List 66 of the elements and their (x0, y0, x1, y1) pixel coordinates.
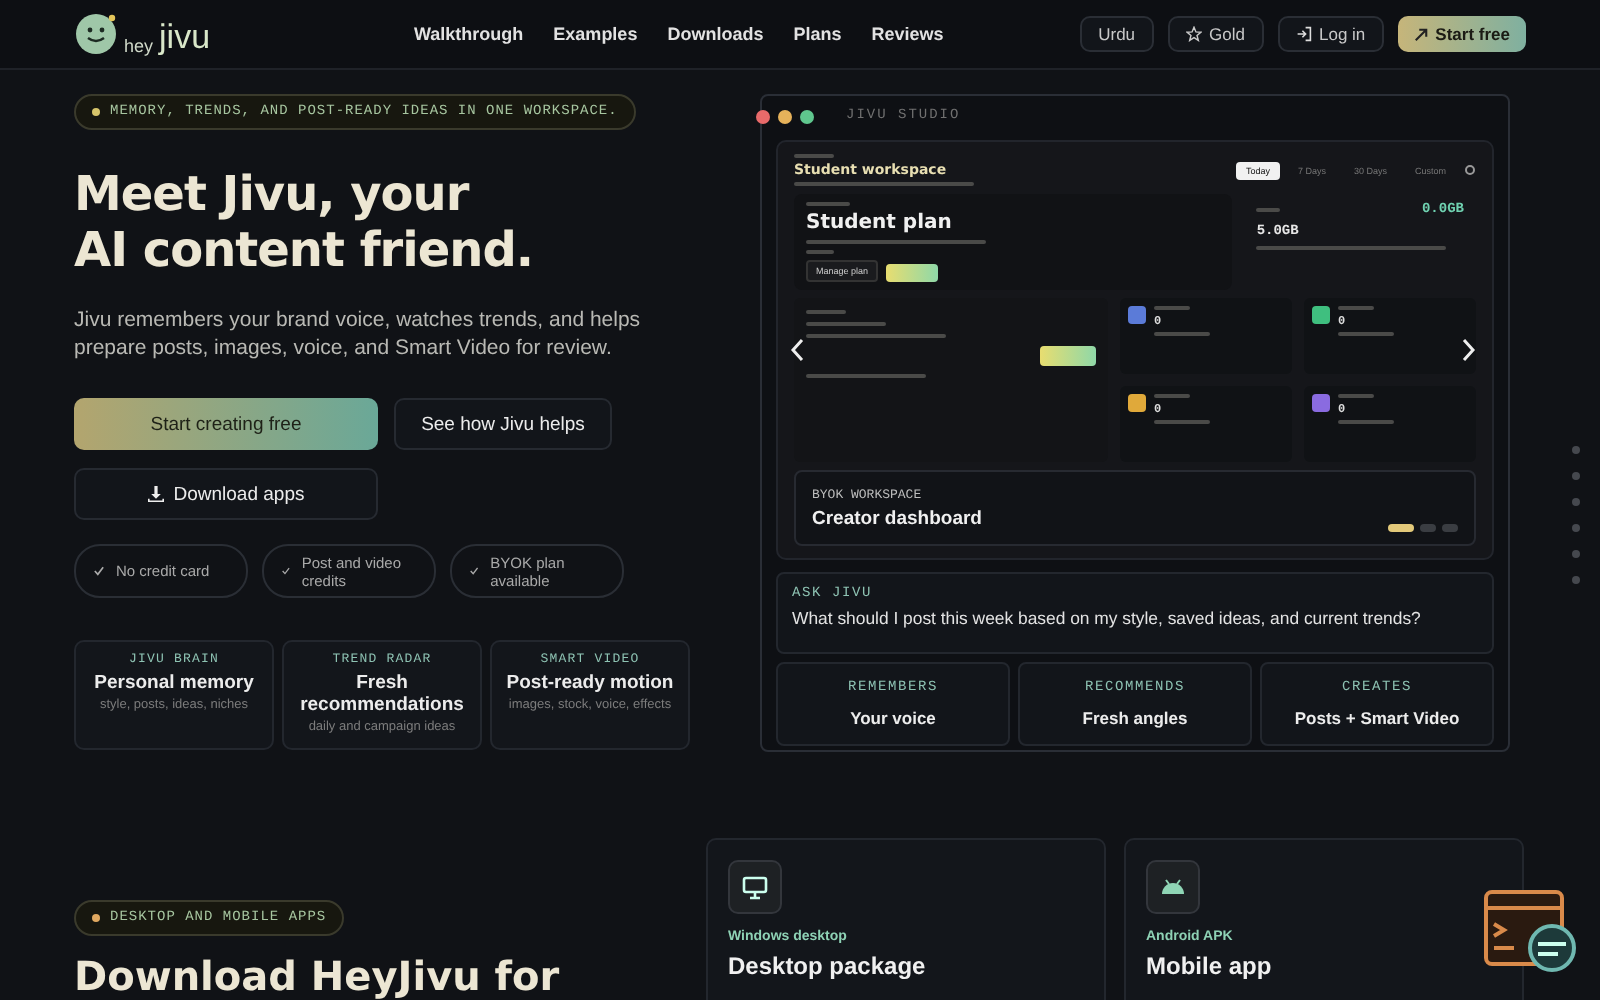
page-dot[interactable] (1572, 498, 1580, 506)
arrow-icon (1413, 27, 1428, 41)
check-icon (282, 566, 290, 576)
text-line (1154, 394, 1190, 398)
text-line (1338, 394, 1374, 398)
window-dot (756, 109, 770, 123)
text-line (806, 310, 846, 314)
check-icon (94, 566, 104, 576)
page-dot[interactable] (1572, 446, 1580, 454)
logo-name: jivu (159, 20, 211, 56)
text-line (806, 322, 886, 326)
text-line (1338, 332, 1394, 336)
nav-link[interactable]: Downloads (667, 24, 764, 44)
slide-title: Creator dashboard (812, 507, 982, 529)
text-line (794, 154, 834, 158)
page-dot[interactable] (1572, 550, 1580, 558)
start-creating-button[interactable]: Start creating free (74, 398, 378, 450)
stat-value: Posts + Smart Video (1294, 708, 1460, 728)
login-button[interactable]: Log in (1277, 16, 1384, 52)
feature-title: Fresh recommendations (298, 672, 466, 716)
monitor-icon (742, 875, 768, 899)
ask-question: What should I post this week based on my style, saved ideas, and current trends? (792, 608, 1423, 628)
nav-link[interactable]: Reviews (871, 24, 944, 44)
login-icon (1295, 26, 1311, 42)
card-title: Mobile app (1146, 952, 1274, 980)
page-dot[interactable] (1572, 576, 1580, 584)
card-title: Desktop package (728, 952, 928, 980)
text-line (806, 250, 834, 254)
text-line (1154, 332, 1210, 336)
download-apps-button[interactable]: Download apps (74, 468, 378, 520)
logo-prefix: hey (124, 36, 154, 56)
text-line (1338, 420, 1394, 424)
feature-title: Post-ready motion (506, 672, 674, 694)
nav-link[interactable]: Walkthrough (414, 24, 524, 44)
radar-scan-button[interactable] (1040, 346, 1096, 366)
nav-link[interactable]: Plans (793, 24, 842, 44)
tier-button[interactable]: Gold (1167, 16, 1263, 52)
stat-value: Your voice (850, 708, 936, 728)
window-dot (778, 109, 792, 123)
nav-link[interactable]: Examples (553, 24, 638, 44)
settings-icon (1464, 164, 1476, 176)
stat-value: Fresh angles (1082, 708, 1188, 728)
smiley-avatar-icon (74, 12, 118, 56)
see-how-button[interactable]: See how Jivu helps (394, 398, 612, 450)
text-line (806, 374, 926, 378)
android-icon (1160, 878, 1186, 896)
page-dot[interactable] (1572, 524, 1580, 532)
plan-title: Student plan (806, 212, 954, 234)
text-line (806, 202, 850, 206)
download-icon (147, 486, 164, 502)
text-line (1256, 208, 1281, 212)
text-line (806, 334, 946, 338)
language-button[interactable]: Urdu (1080, 16, 1154, 52)
hero-description: Jivu remembers your brand voice, watches trends, and helps prepare posts, images, voice, and Smart Video for review. (74, 306, 643, 362)
page-dot[interactable] (1572, 472, 1580, 480)
text-line (1154, 306, 1190, 310)
text-line (1338, 306, 1374, 310)
new-creation-button[interactable] (886, 264, 939, 282)
section-heading: Download HeyJivu for (74, 952, 562, 1000)
window-dot (800, 109, 814, 123)
check-icon (470, 566, 479, 576)
feature-title: Personal memory (94, 672, 254, 694)
start-free-button[interactable]: Start free (1397, 16, 1526, 52)
star-icon (1185, 26, 1202, 42)
text-line (1154, 420, 1210, 424)
hero-heading: Meet Jivu, your AI content friend. (74, 166, 535, 278)
